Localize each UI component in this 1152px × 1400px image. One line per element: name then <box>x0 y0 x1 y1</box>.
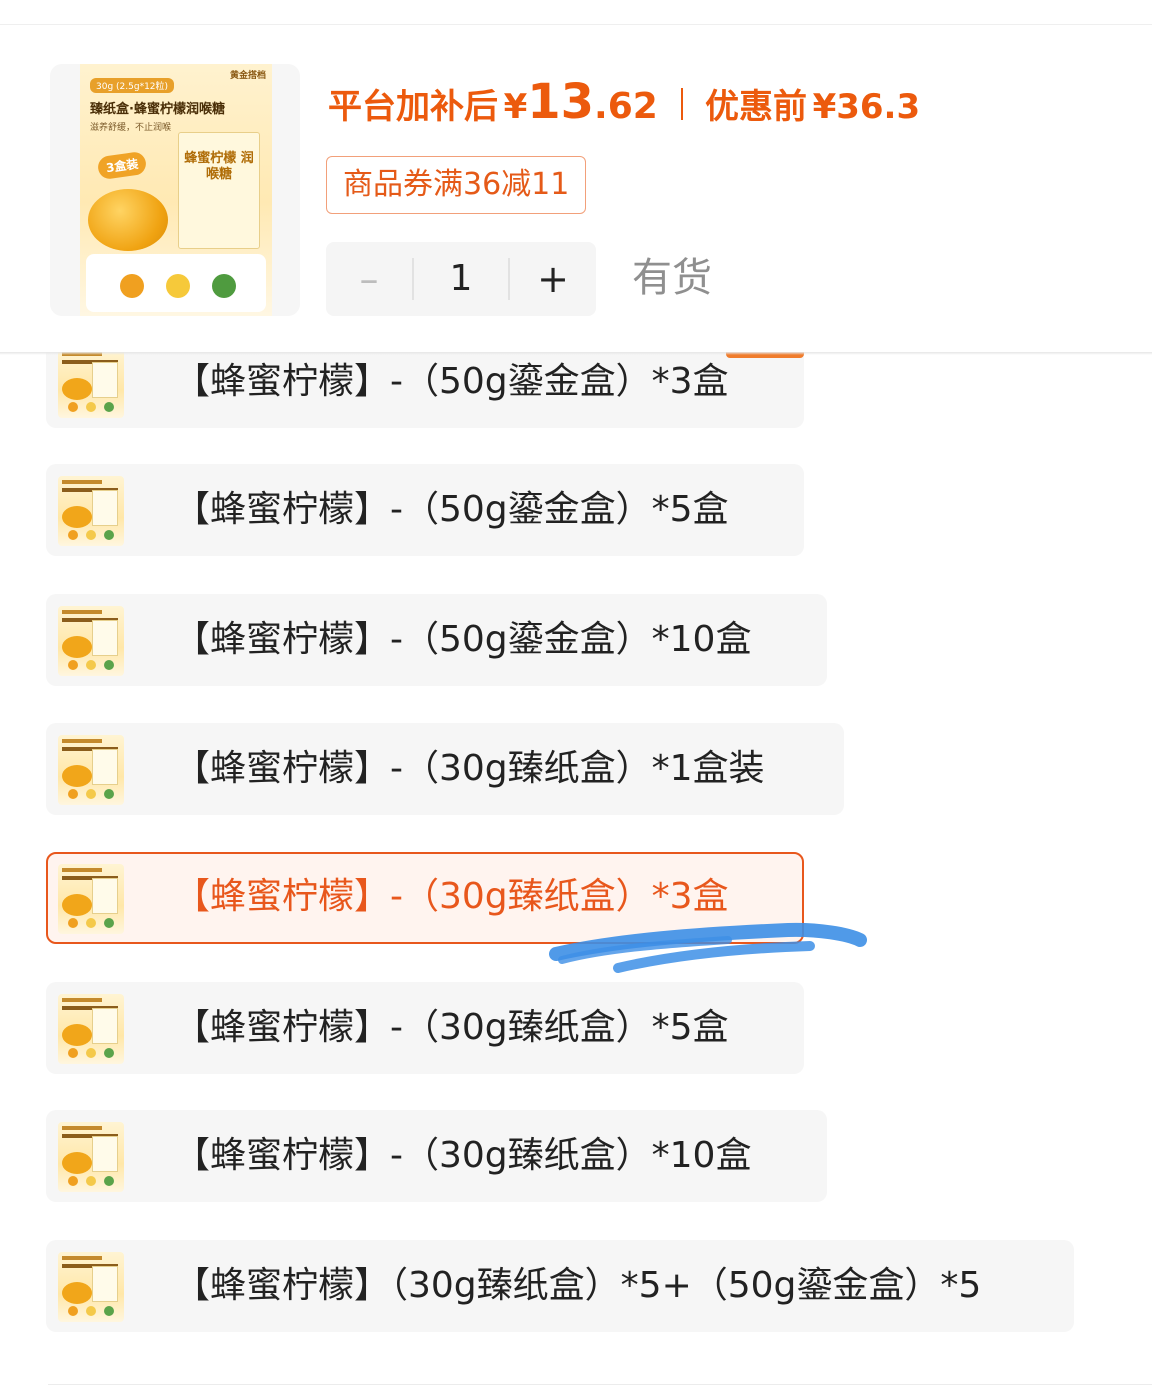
product-image-title: 臻纸盒·蜂蜜柠檬润喉糖 <box>90 102 225 117</box>
variant-thumbnail <box>58 348 124 418</box>
variant-thumbnail <box>58 476 124 546</box>
bottom-divider <box>48 1384 1152 1385</box>
product-image-art: 黄金搭档 30g (2.5g*12粒) 臻纸盒·蜂蜜柠檬润喉糖 滋养舒缓，不止润… <box>80 64 272 316</box>
top-divider <box>0 24 1152 25</box>
variant-label: 【蜂蜜柠檬】-（50g鎏金盒）*10盒 <box>174 619 752 660</box>
header-shadow <box>0 352 1152 355</box>
variant-label: 【蜂蜜柠檬】-（30g臻纸盒）*1盒装 <box>174 748 765 789</box>
price-separator <box>681 88 684 120</box>
annotation-scribble <box>549 922 867 973</box>
price-row: 平台加补后 ¥13.62 优惠前 ¥36.3 <box>328 74 920 134</box>
variant-option[interactable]: 【蜂蜜柠檬】（30g臻纸盒）*5+（50g鎏金盒）*5 <box>46 1240 1074 1332</box>
variant-thumbnail <box>58 606 124 676</box>
honey-icon <box>120 274 144 298</box>
variant-option[interactable]: 【蜂蜜柠檬】-（30g臻纸盒）*10盒 <box>46 1110 827 1202</box>
variant-label: 【蜂蜜柠檬】-（30g臻纸盒）*5盒 <box>174 1007 729 1048</box>
product-image-subtitle: 滋养舒缓，不止润喉 <box>90 123 172 133</box>
product-image-badge: 30g (2.5g*12粒) <box>90 78 175 93</box>
currency-symbol: ¥ <box>503 87 528 127</box>
lemon-icon <box>166 274 190 298</box>
product-box-illustration: 蜂蜜柠檬 润喉糖 <box>178 132 260 249</box>
price-before-value: 36.3 <box>836 87 921 127</box>
increase-button[interactable]: + <box>510 242 596 316</box>
stock-status: 有货 <box>632 255 712 301</box>
coupon-badge[interactable]: 商品券满36减11 <box>326 156 587 214</box>
product-header: 黄金搭档 30g (2.5g*12粒) 臻纸盒·蜂蜜柠檬润喉糖 滋养舒缓，不止润… <box>0 26 1152 352</box>
product-image[interactable]: 黄金搭档 30g (2.5g*12粒) 臻纸盒·蜂蜜柠檬润喉糖 滋养舒缓，不止润… <box>50 64 300 316</box>
variant-thumbnail <box>58 864 124 934</box>
price-after-decimal: .62 <box>594 86 658 127</box>
variant-option[interactable]: 【蜂蜜柠檬】-（50g鎏金盒）*5盒 <box>46 464 804 556</box>
price-after-integer: 13 <box>527 74 595 130</box>
quantity-value[interactable]: 1 <box>414 242 508 316</box>
variant-option[interactable]: 【蜂蜜柠檬】-（30g臻纸盒）*5盒 <box>46 982 804 1074</box>
variant-thumbnail <box>58 1252 124 1322</box>
product-image-brand: 黄金搭档 <box>229 71 266 81</box>
herb-icon <box>212 274 236 298</box>
variant-label: 【蜂蜜柠檬】-（30g臻纸盒）*10盒 <box>174 1135 752 1176</box>
variant-thumbnail <box>58 735 124 805</box>
quantity-stepper: – 1 + <box>326 242 596 316</box>
variant-label: 【蜂蜜柠檬】-（50g鎏金盒）*5盒 <box>174 489 729 530</box>
product-image-tag: 3盒装 <box>96 150 148 181</box>
variant-label: 【蜂蜜柠檬】（30g臻纸盒）*5+（50g鎏金盒）*5 <box>174 1265 982 1306</box>
price-after-label: 平台加补后 <box>328 87 498 127</box>
variant-thumbnail <box>58 994 124 1064</box>
decrease-button[interactable]: – <box>326 242 412 316</box>
variant-option[interactable]: 【蜂蜜柠檬】-（50g鎏金盒）*10盒 <box>46 594 827 686</box>
variant-option[interactable]: 【蜂蜜柠檬】-（30g臻纸盒）*1盒装 <box>46 723 844 815</box>
candy-illustration <box>88 189 168 251</box>
price-before-label: 优惠前 <box>704 87 807 127</box>
currency-symbol: ¥ <box>812 87 837 127</box>
variant-thumbnail <box>58 1122 124 1192</box>
